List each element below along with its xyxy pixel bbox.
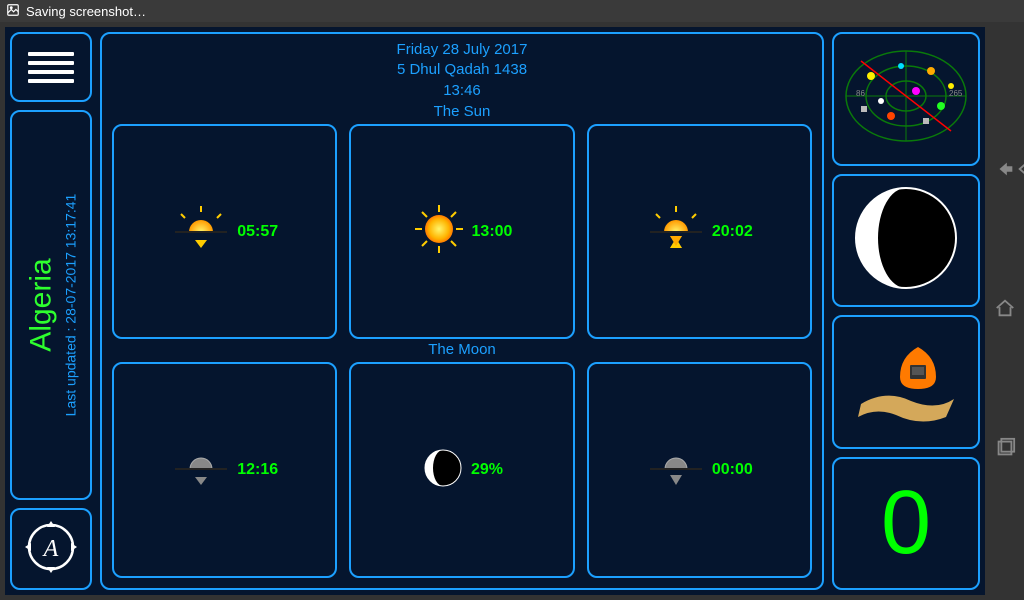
sunset-icon (646, 204, 706, 259)
counter-button[interactable]: 0 (832, 457, 980, 591)
gregorian-date: Friday 28 July 2017 (112, 40, 812, 60)
moon-phase-small-icon (421, 446, 465, 495)
sun-transit-card[interactable]: 13:00 (349, 124, 574, 340)
menu-button[interactable] (10, 32, 92, 102)
moon-section-label: The Moon (112, 341, 812, 358)
compass-a-icon: A (23, 519, 79, 580)
sun-icon (412, 202, 466, 261)
svg-text:86: 86 (856, 89, 865, 98)
android-statusbar: Saving screenshot… (0, 0, 1024, 22)
main-panel: Friday 28 July 2017 5 Dhul Qadah 1438 13… (100, 32, 824, 590)
moonset-card[interactable]: 00:00 (587, 362, 812, 578)
sunrise-card[interactable]: 05:57 (112, 124, 337, 340)
last-updated-label: Last updated : 28-07-2017 13:17:41 (62, 194, 78, 417)
moon-phase-percent: 29% (471, 461, 503, 479)
moonrise-time: 12:16 (237, 461, 278, 479)
moon-phase-card[interactable]: 29% (349, 362, 574, 578)
moonrise-card[interactable]: 12:16 (112, 362, 337, 578)
qibla-icon (846, 329, 966, 434)
svg-text:A: A (42, 536, 59, 562)
date-header: Friday 28 July 2017 5 Dhul Qadah 1438 13… (112, 40, 812, 101)
android-navbar (985, 22, 1024, 600)
current-time: 13:46 (112, 81, 812, 101)
hijri-date: 5 Dhul Qadah 1438 (112, 60, 812, 80)
moon-row: 12:16 29% (112, 362, 812, 578)
sun-section-label: The Sun (112, 103, 812, 120)
right-column: 86 265 (832, 32, 980, 590)
moonset-icon (646, 445, 706, 496)
moonrise-icon (171, 445, 231, 496)
sunset-time: 20:02 (712, 223, 753, 241)
svg-text:265: 265 (949, 89, 963, 98)
location-panel[interactable]: Algeria Last updated : 28-07-2017 13:17:… (10, 110, 92, 500)
sun-transit-time: 13:00 (472, 223, 513, 241)
device-frame: Algeria Last updated : 28-07-2017 13:17:… (0, 22, 1024, 600)
moonset-time: 00:00 (712, 461, 753, 479)
recents-nav-icon[interactable] (994, 437, 1016, 464)
location-name: Algeria (24, 194, 58, 417)
left-column: Algeria Last updated : 28-07-2017 13:17:… (10, 32, 92, 590)
home-nav-icon[interactable] (994, 297, 1016, 324)
moon-phase-large-icon (851, 183, 961, 298)
menu-icon (28, 47, 74, 88)
qibla-button[interactable] (832, 315, 980, 449)
app-screen: Algeria Last updated : 28-07-2017 13:17:… (5, 27, 985, 595)
sunrise-icon (171, 204, 231, 259)
sunset-card[interactable]: 20:02 (587, 124, 812, 340)
counter-value: 0 (881, 478, 931, 568)
moon-phase-button[interactable] (832, 174, 980, 308)
sun-row: 05:57 (112, 124, 812, 340)
radar-icon: 86 265 (841, 46, 971, 151)
image-icon (6, 3, 20, 20)
satellite-button[interactable]: 86 265 (832, 32, 980, 166)
sunrise-time: 05:57 (237, 223, 278, 241)
compass-button[interactable]: A (10, 508, 92, 590)
status-text: Saving screenshot… (26, 4, 146, 19)
main-column: Friday 28 July 2017 5 Dhul Qadah 1438 13… (100, 32, 824, 590)
back-nav-icon[interactable] (994, 158, 1016, 185)
